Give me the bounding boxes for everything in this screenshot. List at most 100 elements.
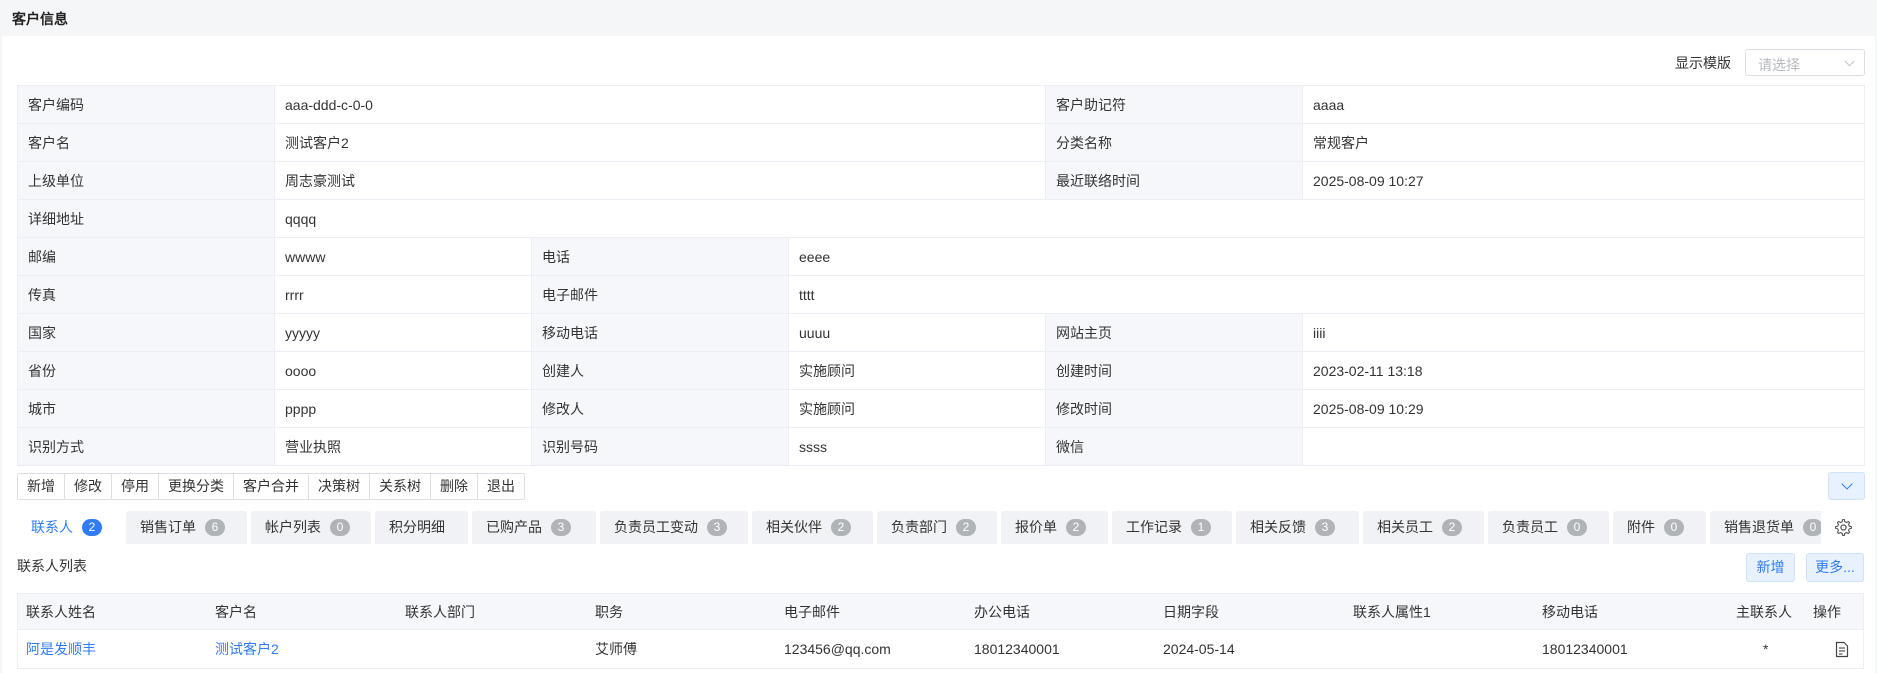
customer-name-link[interactable]: 测试客户2 (215, 630, 279, 668)
delete-button[interactable]: 删除 (430, 473, 478, 500)
tab-count-badge: 0 (1567, 519, 1587, 536)
add-contact-button[interactable]: 新增 (1746, 553, 1795, 582)
info-label: 客户助记符 (1045, 85, 1303, 124)
info-label: 最近联络时间 (1045, 161, 1303, 200)
template-select[interactable]: 请选择 (1745, 49, 1865, 76)
info-row: 省份 oooo 创建人 实施顾问 创建时间 2023-02-11 13:18 (17, 351, 1865, 390)
collapse-button[interactable] (1828, 472, 1865, 500)
column-header[interactable]: 主联系人 (1736, 594, 1792, 629)
info-value: 测试客户2 (274, 123, 1046, 162)
tab-label: 负责员工 (1502, 519, 1558, 535)
info-label: 上级单位 (17, 161, 275, 200)
gear-icon[interactable] (1834, 518, 1853, 537)
tab-purchased-products[interactable]: 已购产品 3 (472, 511, 596, 544)
tab-label: 已购产品 (486, 519, 542, 535)
info-label: 创建人 (531, 351, 789, 390)
tab-label: 负责员工变动 (614, 519, 698, 535)
info-label: 邮编 (17, 237, 275, 276)
add-button[interactable]: 新增 (17, 473, 65, 500)
column-header[interactable]: 联系人属性1 (1353, 594, 1431, 629)
info-label: 电子邮件 (531, 275, 789, 314)
tab-count-badge: 2 (1442, 519, 1462, 536)
info-row: 客户编码 aaa-ddd-c-0-0 客户助记符 aaaa (17, 85, 1865, 124)
column-header[interactable]: 移动电话 (1542, 594, 1598, 629)
info-value: 营业执照 (274, 427, 532, 466)
tab-responsible-dept[interactable]: 负责部门 2 (877, 511, 997, 544)
contact-email: 123456@qq.com (784, 641, 891, 657)
relation-tree-button[interactable]: 关系树 (369, 473, 431, 500)
tab-work-records[interactable]: 工作记录 1 (1112, 511, 1232, 544)
tab-bar: 联系人 2 销售订单 6 帐户列表 0 积分明细 已购产品 3 负责员工变动 3 相关伙伴… (17, 511, 1821, 544)
tab-responsible-staff[interactable]: 负责员工 0 (1488, 511, 1609, 544)
info-value: aaa-ddd-c-0-0 (274, 85, 1046, 124)
info-label: 分类名称 (1045, 123, 1303, 162)
info-label: 网站主页 (1045, 313, 1303, 352)
info-label: 修改时间 (1045, 389, 1303, 428)
info-value: uuuu (788, 313, 1046, 352)
tab-quotes[interactable]: 报价单 2 (1001, 511, 1108, 544)
action-button-group: 新增 修改 停用 更换分类 客户合并 决策树 关系树 删除 退出 (17, 473, 525, 500)
info-label: 详细地址 (17, 199, 275, 238)
document-icon[interactable] (1834, 641, 1850, 658)
tab-account-list[interactable]: 帐户列表 0 (251, 511, 371, 544)
info-value: qqqq (274, 199, 1865, 238)
info-value: aaaa (1302, 85, 1865, 124)
info-value: yyyyy (274, 313, 532, 352)
exit-button[interactable]: 退出 (477, 473, 525, 500)
merge-customer-button[interactable]: 客户合并 (233, 473, 309, 500)
tab-sales-orders[interactable]: 销售订单 6 (126, 511, 247, 544)
info-value: tttt (788, 275, 1865, 314)
edit-button[interactable]: 修改 (64, 473, 112, 500)
tab-staff-changes[interactable]: 负责员工变动 3 (600, 511, 748, 544)
tab-related-partners[interactable]: 相关伙伴 2 (752, 511, 873, 544)
tab-sales-returns[interactable]: 销售退货单 0 (1710, 511, 1821, 544)
info-value: wwww (274, 237, 532, 276)
column-header[interactable]: 办公电话 (974, 594, 1030, 629)
tab-count-badge: 3 (551, 519, 571, 536)
info-label: 识别方式 (17, 427, 275, 466)
tab-related-staff[interactable]: 相关员工 2 (1363, 511, 1484, 544)
tab-count-badge: 2 (831, 519, 851, 536)
tab-label: 相关伙伴 (766, 519, 822, 535)
column-header[interactable]: 联系人部门 (405, 594, 475, 629)
tab-label: 相关员工 (1377, 519, 1433, 535)
tab-count-badge: 2 (82, 519, 102, 536)
info-row: 上级单位 周志豪测试 最近联络时间 2025-08-09 10:27 (17, 161, 1865, 200)
tab-label: 相关反馈 (1250, 519, 1306, 535)
tab-contacts[interactable]: 联系人 2 (17, 511, 122, 544)
disable-button[interactable]: 停用 (111, 473, 159, 500)
column-header[interactable]: 客户名 (215, 594, 257, 629)
more-button[interactable]: 更多... (1806, 553, 1864, 582)
change-category-button[interactable]: 更换分类 (158, 473, 234, 500)
tab-points-detail[interactable]: 积分明细 (375, 511, 468, 544)
page-title: 客户信息 (12, 11, 68, 27)
info-label: 国家 (17, 313, 275, 352)
tab-count-badge: 1 (1191, 519, 1211, 536)
tab-label: 报价单 (1015, 519, 1057, 535)
template-select-placeholder: 请选择 (1758, 57, 1800, 73)
decision-tree-button[interactable]: 决策树 (308, 473, 370, 500)
info-value: eeee (788, 237, 1865, 276)
info-row: 城市 pppp 修改人 实施顾问 修改时间 2025-08-09 10:29 (17, 389, 1865, 428)
column-header[interactable]: 日期字段 (1163, 594, 1219, 629)
info-value: 实施顾问 (788, 389, 1046, 428)
info-value: oooo (274, 351, 532, 390)
info-label: 省份 (17, 351, 275, 390)
chevron-down-icon (1844, 56, 1855, 67)
column-header[interactable]: 职务 (595, 594, 623, 629)
contact-name-link[interactable]: 阿是发顺丰 (26, 630, 96, 668)
tab-label: 附件 (1627, 519, 1655, 535)
tab-related-feedback[interactable]: 相关反馈 3 (1236, 511, 1359, 544)
column-header[interactable]: 电子邮件 (784, 594, 840, 629)
info-value: pppp (274, 389, 532, 428)
tab-count-badge: 2 (956, 519, 976, 536)
info-label: 移动电话 (531, 313, 789, 352)
tab-attachments[interactable]: 附件 0 (1613, 511, 1706, 544)
table-row: 阿是发顺丰 测试客户2 艾师傅 123456@qq.com 1801234000… (17, 630, 1864, 669)
contact-mobile: 18012340001 (1542, 641, 1628, 657)
tab-count-badge: 3 (707, 519, 727, 536)
info-value: 2025-08-09 10:29 (1302, 389, 1865, 428)
column-header[interactable]: 联系人姓名 (26, 594, 96, 629)
template-select-label: 显示模版 (1675, 55, 1731, 71)
tab-count-badge: 0 (1664, 519, 1684, 536)
